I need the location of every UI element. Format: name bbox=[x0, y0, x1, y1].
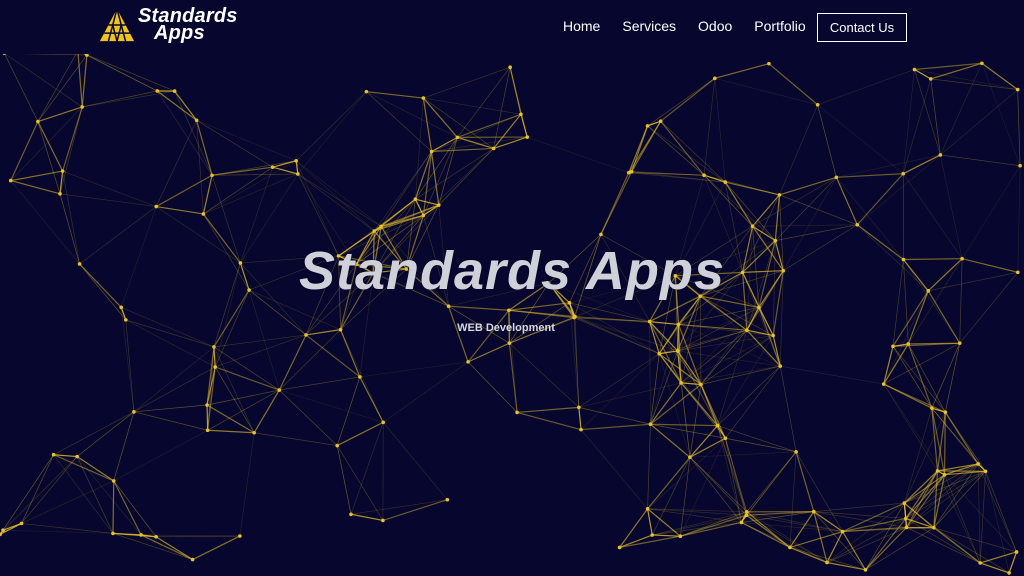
site-header: Standards Apps Home Services Odoo Portfo… bbox=[0, 0, 1024, 54]
brand-name-line2: Apps bbox=[154, 22, 205, 44]
hero-title: Standards Apps bbox=[298, 241, 726, 301]
page: Standards Apps Home Services Odoo Portfo… bbox=[0, 0, 1024, 576]
pyramid-logo-icon bbox=[99, 8, 135, 42]
brand-name: Standards Apps bbox=[138, 6, 238, 44]
contact-us-button[interactable]: Contact Us bbox=[817, 13, 907, 42]
nav-odoo[interactable]: Odoo bbox=[698, 18, 732, 34]
brand-logo[interactable]: Standards Apps bbox=[98, 6, 238, 44]
nav-services[interactable]: Services bbox=[622, 18, 676, 34]
nav-home[interactable]: Home bbox=[563, 18, 600, 34]
main-nav: Home Services Odoo Portfolio bbox=[548, 0, 828, 54]
nav-portfolio[interactable]: Portfolio bbox=[754, 18, 805, 34]
hero-subtitle: WEB Development bbox=[457, 322, 555, 334]
